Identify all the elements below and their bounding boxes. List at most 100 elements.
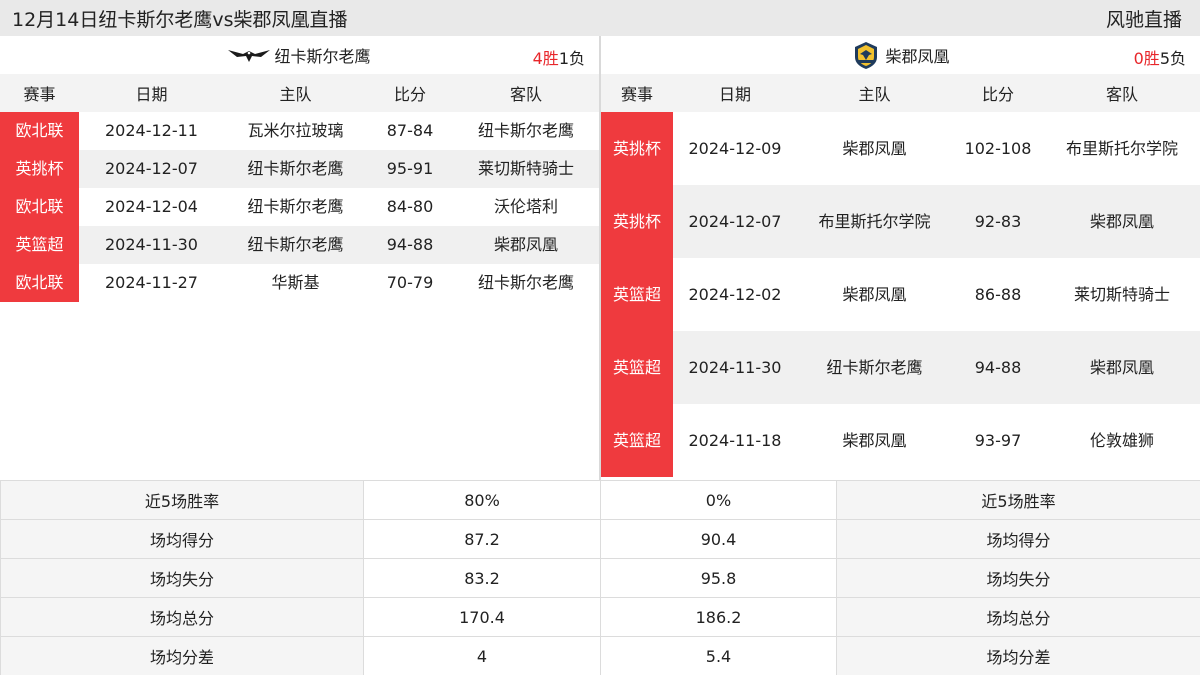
left-loss-count: 1负	[558, 49, 585, 68]
table-row: 欧北联 2024-11-27 华斯基 70-79 纽卡斯尔老鹰	[0, 264, 599, 302]
match-date: 2024-12-04	[105, 197, 198, 216]
right-team-header: 柴郡凤凰 0胜5负	[601, 36, 1200, 74]
right-stat-value: 95.8	[600, 558, 837, 598]
match-date: 2024-11-27	[105, 273, 198, 292]
right-loss-count: 5负	[1159, 49, 1186, 68]
column-header-competition: 赛事	[0, 74, 79, 112]
table-row: 英挑杯 2024-12-09 柴郡凤凰 102-108 布里斯托尔学院	[601, 112, 1200, 185]
site-name: 风驰直播	[1105, 9, 1182, 31]
match-score: 93-97	[974, 430, 1022, 450]
left-stat-value: 170.4	[363, 597, 601, 637]
home-team: 纽卡斯尔老鹰	[224, 150, 367, 188]
away-team: 纽卡斯尔老鹰	[477, 273, 574, 292]
left-table-header-row: 赛事 日期 主队 比分 客队	[0, 74, 599, 112]
left-team-name: 纽卡斯尔老鹰	[274, 47, 371, 66]
right-table-header-row: 赛事 日期 主队 比分 客队	[601, 74, 1200, 112]
home-team: 瓦米尔拉玻璃	[247, 121, 344, 140]
competition-badge: 英篮超	[0, 226, 79, 264]
match-date: 2024-12-07	[673, 185, 797, 258]
stat-label: 场均失分	[836, 558, 1200, 598]
right-results-table: 赛事 日期 主队 比分 客队 英挑杯 2024-12-09 柴郡凤凰 102-1…	[601, 74, 1200, 477]
away-team: 柴郡凤凰	[1044, 331, 1200, 404]
match-score: 87-84	[386, 121, 434, 140]
home-team: 布里斯托尔学院	[797, 185, 952, 258]
stat-label: 场均总分	[0, 597, 364, 637]
competition-badge: 欧北联	[0, 112, 79, 150]
right-team-panel: 柴郡凤凰 0胜5负 赛事 日期 主队 比分 客队 英挑杯 2024-12-09 …	[601, 36, 1200, 477]
away-team: 伦敦雄狮	[1089, 430, 1154, 450]
table-row: 英挑杯 2024-12-07 布里斯托尔学院 92-83 柴郡凤凰	[601, 185, 1200, 258]
away-team: 布里斯托尔学院	[1065, 138, 1178, 158]
stat-label: 场均得分	[0, 519, 364, 559]
left-stat-value: 87.2	[363, 519, 601, 559]
table-row: 英篮超 2024-12-02 柴郡凤凰 86-88 莱切斯特骑士	[601, 258, 1200, 331]
column-header-date: 日期	[673, 74, 797, 112]
home-team: 柴郡凤凰	[842, 284, 907, 304]
home-team: 华斯基	[271, 273, 320, 292]
stats-row: 场均失分 83.2 95.8 场均失分	[0, 558, 1200, 598]
match-date: 2024-11-30	[79, 226, 224, 264]
stats-comparison-table: 近5场胜率 80% 0% 近5场胜率 场均得分 87.2 90.4 场均得分 场…	[0, 480, 1200, 675]
match-score: 95-91	[367, 150, 453, 188]
competition-badge: 英挑杯	[601, 185, 673, 258]
column-header-home: 主队	[224, 74, 367, 112]
left-team-header: 纽卡斯尔老鹰 4胜1负	[0, 36, 599, 74]
right-stat-value: 5.4	[600, 636, 837, 675]
away-team: 纽卡斯尔老鹰	[477, 121, 574, 140]
eagle-logo-icon	[228, 50, 271, 62]
table-row: 欧北联 2024-12-11 瓦米尔拉玻璃 87-84 纽卡斯尔老鹰	[0, 112, 599, 150]
match-date: 2024-12-07	[79, 150, 224, 188]
competition-badge: 英挑杯	[0, 150, 79, 188]
column-header-score: 比分	[367, 74, 453, 112]
table-row: 英篮超 2024-11-18 柴郡凤凰 93-97 伦敦雄狮	[601, 404, 1200, 477]
table-row: 欧北联 2024-12-04 纽卡斯尔老鹰 84-80 沃伦塔利	[0, 188, 599, 226]
competition-badge: 英篮超	[601, 331, 673, 404]
competition-badge: 英篮超	[601, 404, 673, 477]
left-win-count: 4胜	[532, 49, 559, 68]
left-team-panel: 纽卡斯尔老鹰 4胜1负 赛事 日期 主队 比分 客队 欧北联 2024-12-1…	[0, 36, 599, 302]
match-score: 94-88	[367, 226, 453, 264]
home-team: 纽卡斯尔老鹰	[247, 197, 344, 216]
stat-label: 近5场胜率	[836, 480, 1200, 520]
match-score: 102-108	[964, 138, 1032, 158]
right-team-name: 柴郡凤凰	[885, 47, 950, 66]
match-date: 2024-12-09	[688, 138, 782, 158]
left-stat-value: 83.2	[363, 558, 601, 598]
match-date: 2024-11-30	[673, 331, 797, 404]
away-team: 莱切斯特骑士	[1073, 284, 1170, 304]
stats-row: 场均分差 4 5.4 场均分差	[0, 636, 1200, 675]
column-header-competition: 赛事	[601, 74, 673, 112]
stats-row: 场均总分 170.4 186.2 场均总分	[0, 597, 1200, 637]
left-stat-value: 80%	[363, 480, 601, 520]
away-team: 柴郡凤凰	[1044, 185, 1200, 258]
match-date: 2024-11-18	[688, 430, 782, 450]
column-header-away: 客队	[453, 74, 599, 112]
match-score: 92-83	[952, 185, 1044, 258]
away-team: 莱切斯特骑士	[453, 150, 599, 188]
left-results-table: 赛事 日期 主队 比分 客队 欧北联 2024-12-11 瓦米尔拉玻璃 87-…	[0, 74, 599, 302]
home-team: 纽卡斯尔老鹰	[224, 226, 367, 264]
top-bar: 12月14日纽卡斯尔老鹰vs柴郡凤凰直播 风驰直播	[0, 0, 1200, 36]
away-team: 沃伦塔利	[493, 197, 558, 216]
competition-badge: 欧北联	[0, 188, 79, 226]
match-date: 2024-12-02	[688, 284, 782, 304]
stat-label: 场均分差	[0, 636, 364, 675]
match-score: 94-88	[952, 331, 1044, 404]
competition-badge: 英挑杯	[601, 112, 673, 185]
column-header-home: 主队	[797, 74, 952, 112]
competition-badge: 欧北联	[0, 264, 79, 302]
match-score: 70-79	[386, 273, 434, 292]
column-header-date: 日期	[79, 74, 224, 112]
right-team-record: 0胜5负	[1134, 45, 1186, 69]
table-row: 英挑杯 2024-12-07 纽卡斯尔老鹰 95-91 莱切斯特骑士	[0, 150, 599, 188]
stat-label: 场均得分	[836, 519, 1200, 559]
match-score: 84-80	[386, 197, 434, 216]
left-stat-value: 4	[363, 636, 601, 675]
stat-label: 场均总分	[836, 597, 1200, 637]
away-team: 柴郡凤凰	[453, 226, 599, 264]
table-row: 英篮超 2024-11-30 纽卡斯尔老鹰 94-88 柴郡凤凰	[0, 226, 599, 264]
competition-badge: 英篮超	[601, 258, 673, 331]
column-header-score: 比分	[952, 74, 1044, 112]
column-header-away: 客队	[1044, 74, 1200, 112]
home-team: 柴郡凤凰	[842, 138, 907, 158]
